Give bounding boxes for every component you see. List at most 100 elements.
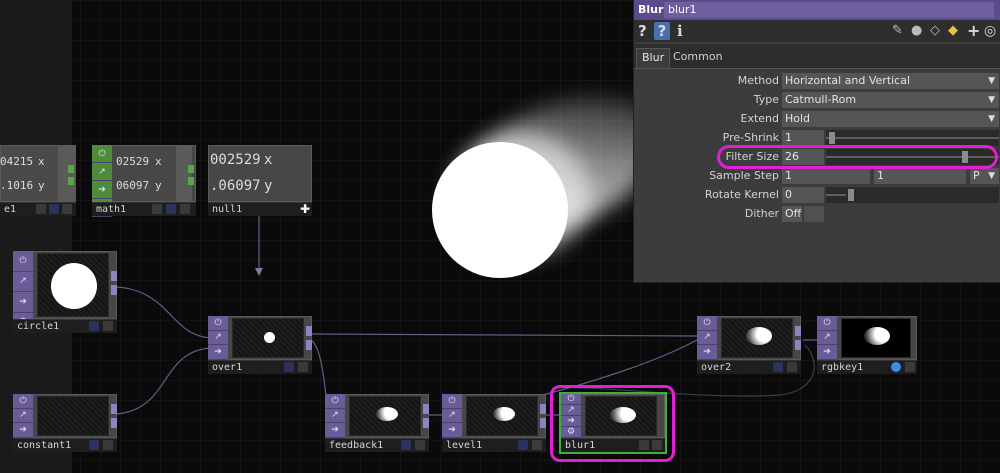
display-flag[interactable] bbox=[773, 362, 783, 372]
python-icon[interactable]: ◆ bbox=[948, 22, 958, 40]
node-constant1[interactable]: ⏻↗➔⚙ constant1 bbox=[13, 394, 117, 452]
python-help-icon[interactable]: ? bbox=[654, 22, 670, 40]
bypass-flag[interactable] bbox=[152, 204, 162, 214]
node-null1[interactable]: 002529 x .06097 y null1 ✚ bbox=[208, 145, 312, 217]
help-icon[interactable]: ? bbox=[638, 22, 647, 40]
add-icon[interactable]: + bbox=[967, 22, 980, 40]
viewer-flag[interactable] bbox=[905, 362, 915, 372]
target-icon[interactable]: ◎ bbox=[984, 22, 996, 40]
display-flag[interactable] bbox=[49, 204, 59, 214]
output-connector[interactable] bbox=[68, 177, 74, 185]
output-connector[interactable] bbox=[111, 418, 117, 428]
output-connector[interactable] bbox=[540, 418, 546, 428]
node-label[interactable]: feedback1 bbox=[325, 438, 429, 452]
output-connector[interactable] bbox=[540, 404, 546, 414]
power-icon: ⏻ bbox=[13, 394, 33, 409]
viewer-flag[interactable] bbox=[180, 204, 190, 214]
output-connector[interactable] bbox=[68, 165, 74, 173]
slider-knob[interactable] bbox=[848, 189, 854, 201]
info-icon[interactable]: i bbox=[677, 22, 683, 40]
output-connector[interactable] bbox=[188, 165, 194, 173]
node-label[interactable]: over1 bbox=[208, 360, 312, 374]
viewer-flag[interactable] bbox=[298, 362, 308, 372]
node-feedback1[interactable]: ⏻↗➔⚙ feedback1 bbox=[325, 394, 429, 452]
viewer-flag[interactable] bbox=[103, 321, 113, 331]
sample-step-field-1[interactable]: 1 bbox=[782, 168, 870, 184]
viewer-active-flag[interactable] bbox=[891, 362, 901, 372]
operator-name-field[interactable]: blur1 bbox=[664, 2, 994, 18]
tab-blur[interactable]: Blur bbox=[636, 48, 671, 68]
node-over2[interactable]: ⏻↗➔⚙ over2 bbox=[697, 316, 801, 374]
chevron-down-icon: ▼ bbox=[988, 114, 995, 124]
display-flag[interactable] bbox=[284, 362, 294, 372]
node-axis-x: x bbox=[264, 152, 273, 168]
node-label[interactable]: null1 bbox=[208, 202, 312, 216]
param-value: Horizontal and Vertical bbox=[785, 74, 911, 87]
param-row-dither: Dither Off bbox=[634, 205, 1000, 223]
node-circle1[interactable]: ⏻↗➔⚙ circle1 bbox=[13, 251, 117, 333]
chevron-down-icon: ▼ bbox=[988, 171, 995, 181]
power-icon: ⏻ bbox=[92, 145, 112, 163]
toggle-box[interactable] bbox=[804, 206, 824, 222]
output-connector[interactable] bbox=[423, 418, 429, 428]
output-connector[interactable] bbox=[795, 326, 801, 336]
highlight-filter-size bbox=[717, 145, 998, 169]
param-label: Extend bbox=[740, 112, 780, 125]
node-partial-chop[interactable]: 04215 x .1016 y e1 bbox=[0, 145, 80, 217]
node-label[interactable]: level1 bbox=[442, 438, 546, 452]
node-label[interactable]: over2 bbox=[697, 360, 801, 374]
parameter-header: Blur blur1 bbox=[634, 0, 1000, 20]
edit-icon[interactable]: ✎ bbox=[892, 22, 903, 40]
node-label[interactable]: constant1 bbox=[13, 438, 117, 452]
viewer-flag[interactable] bbox=[532, 440, 542, 450]
graph-icon: ↗ bbox=[817, 331, 837, 345]
clone-icon[interactable]: ◇ bbox=[930, 22, 940, 40]
viewer-flag[interactable] bbox=[787, 362, 797, 372]
extend-dropdown[interactable]: Hold ▼ bbox=[782, 111, 999, 127]
output-connector[interactable] bbox=[188, 177, 194, 185]
viewer-flag[interactable] bbox=[415, 440, 425, 450]
chevron-down-icon: ▼ bbox=[988, 95, 995, 105]
tab-common[interactable]: Common bbox=[668, 48, 728, 68]
method-dropdown[interactable]: Horizontal and Vertical ▼ bbox=[782, 73, 999, 89]
output-connector[interactable] bbox=[111, 271, 117, 281]
arrow-icon: ➔ bbox=[817, 345, 837, 360]
node-level1[interactable]: ⏻↗➔⚙ level1 bbox=[442, 394, 546, 452]
node-over1[interactable]: ⏻↗➔⚙ over1 bbox=[208, 316, 312, 374]
highlight-blur1-node bbox=[550, 385, 675, 462]
display-flag[interactable] bbox=[518, 440, 528, 450]
output-connector[interactable] bbox=[795, 340, 801, 350]
sample-step-field-2[interactable]: 1 bbox=[874, 168, 966, 184]
node-label[interactable]: circle1 bbox=[13, 319, 117, 333]
rotate-kernel-slider[interactable] bbox=[826, 187, 999, 203]
type-dropdown[interactable]: Catmull-Rom ▼ bbox=[782, 92, 999, 108]
output-connector[interactable] bbox=[111, 285, 117, 295]
output-connector[interactable] bbox=[111, 404, 117, 414]
output-connector[interactable] bbox=[306, 340, 312, 350]
unit-dropdown[interactable]: P ▼ bbox=[970, 168, 999, 184]
param-row-rotate-kernel: Rotate Kernel 0 bbox=[634, 186, 1000, 204]
dither-toggle[interactable]: Off bbox=[782, 206, 802, 222]
arrow-icon: ➔ bbox=[13, 423, 33, 438]
output-connector[interactable] bbox=[306, 326, 312, 336]
graph-icon: ↗ bbox=[325, 409, 345, 423]
display-flag[interactable] bbox=[166, 204, 176, 214]
pre-shrink-slider[interactable] bbox=[826, 130, 999, 146]
output-connector[interactable] bbox=[423, 404, 429, 414]
slider-knob[interactable] bbox=[829, 132, 835, 144]
comment-icon[interactable]: ● bbox=[911, 22, 922, 40]
add-icon[interactable]: ✚ bbox=[298, 202, 312, 216]
node-rgbkey1[interactable]: ⏻↗➔⚙ rgbkey1 bbox=[817, 316, 921, 374]
display-flag[interactable] bbox=[89, 440, 99, 450]
display-flag[interactable] bbox=[89, 321, 99, 331]
viewer-flag[interactable] bbox=[103, 440, 113, 450]
viewer-flag[interactable] bbox=[62, 204, 72, 214]
node-math1[interactable]: ⏻↗➔⚙ 02529 x 06097 y math1 bbox=[92, 145, 200, 217]
chevron-down-icon: ▼ bbox=[988, 76, 995, 86]
node-label[interactable]: rgbkey1 bbox=[817, 360, 917, 374]
bypass-flag[interactable] bbox=[36, 204, 46, 214]
power-icon: ⏻ bbox=[208, 316, 228, 331]
pre-shrink-field[interactable]: 1 bbox=[782, 130, 824, 146]
display-flag[interactable] bbox=[401, 440, 411, 450]
rotate-kernel-field[interactable]: 0 bbox=[782, 187, 824, 203]
